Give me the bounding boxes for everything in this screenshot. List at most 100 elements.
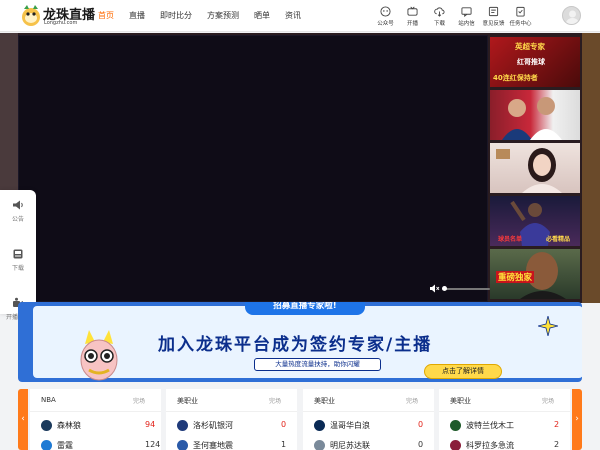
header-tools: 公众号 开播 下载 站内信 意见反馈 任务中心 (372, 4, 534, 27)
score-strip: ‹ NBA 完场 森林狼 94 雷霆 124 美职业 完场 洛杉矶银河 0 圣何 (18, 389, 582, 450)
match-status: 完场 (542, 398, 555, 405)
team-logo-icon (41, 440, 52, 450)
banner-panel: 加入龙珠平台成为签约专家/主播 大量热度流量扶持，助你闪耀 点击了解详情 (33, 306, 582, 381)
tool-label: 站内信 (458, 21, 475, 27)
volume-mute-icon[interactable] (429, 283, 440, 294)
download-button[interactable]: 下载 (426, 4, 453, 27)
card-header: 美职业 完场 (303, 389, 434, 412)
team-score: 94 (145, 420, 156, 429)
mascot-icon (80, 330, 118, 381)
official-account-button[interactable]: 公众号 (372, 4, 399, 27)
match-card[interactable]: 美职业 完场 波特兰伐木工 2 科罗拉多急流 2 (439, 389, 570, 450)
team-score: 0 (418, 440, 424, 449)
team-logo-icon (41, 420, 52, 431)
nav-live-scores[interactable]: 即时比分 (160, 0, 192, 32)
banner-subtitle: 大量热度流量扶持，助你闪耀 (254, 358, 381, 371)
top-header: 龙珠直播 Longzhu.com 首页 直播 即时比分 方案预测 晒单 资讯 公… (0, 0, 600, 32)
player-photo-icon (502, 97, 562, 140)
thumbnail-caption: 必看精品 (546, 236, 571, 243)
team-name: 雷霆 (57, 441, 73, 450)
start-stream-button[interactable]: 开播 (399, 4, 426, 27)
thumbnail-basketball[interactable]: 球员名单 必看精品 (490, 196, 580, 246)
recruit-banner[interactable]: 加入龙珠平台成为签约专家/主播 大量热度流量扶持，助你闪耀 点击了解详情 招募直… (18, 302, 582, 382)
task-icon (516, 6, 525, 17)
nav-news[interactable]: 资讯 (285, 0, 301, 32)
announcement-button[interactable]: 公告 (0, 199, 36, 239)
next-arrow-button[interactable]: › (572, 389, 582, 450)
tool-label: 下载 (433, 21, 445, 27)
left-float-bar: 公告 下载 开播教程 (0, 190, 36, 321)
team-row: 温哥华白浪 0 (314, 419, 434, 433)
team-logo-icon (450, 440, 461, 450)
thumbnail-streamer[interactable] (490, 143, 580, 193)
avatar[interactable] (562, 6, 581, 25)
nav-bet-share[interactable]: 晒单 (254, 0, 270, 32)
banner-headline: 加入龙珠平台成为签约专家/主播 (158, 335, 433, 355)
match-card[interactable]: 美职业 完场 温哥华白浪 0 明尼苏达联 0 (303, 389, 434, 450)
thumbnail-expert[interactable]: 英超专家 红哥推球 40连红保持者 (490, 37, 580, 87)
league-name: 美职业 (450, 397, 471, 405)
team-row: 森林狼 94 (41, 419, 161, 433)
match-status: 完场 (133, 398, 146, 405)
thumbnail-caption: 红哥推球 (517, 58, 545, 66)
card-header: 美职业 完场 (439, 389, 570, 412)
tv-icon (407, 6, 418, 16)
thumbnail-players[interactable] (490, 90, 580, 140)
league-name: 美职业 (314, 397, 335, 405)
nav-predictions[interactable]: 方案预测 (207, 0, 239, 32)
feedback-button[interactable]: 意见反馈 (480, 4, 507, 27)
thumbnail-caption: 40连红保持者 (493, 74, 538, 82)
feedback-icon (488, 6, 499, 17)
inbox-button[interactable]: 站内信 (453, 4, 480, 27)
announcement-icon (13, 200, 23, 210)
card-header: NBA 完场 (30, 389, 161, 412)
task-center-button[interactable]: 任务中心 (507, 4, 534, 27)
team-name: 温哥华白浪 (330, 421, 370, 430)
team-logo-icon (314, 420, 325, 431)
chevron-right-icon: › (575, 414, 579, 424)
logo-domain: Longzhu.com (44, 20, 78, 26)
prev-arrow-button[interactable]: ‹ (18, 389, 28, 450)
float-label: 公告 (11, 216, 24, 223)
league-name: 美职业 (177, 397, 198, 405)
tool-label: 意见反馈 (482, 21, 505, 27)
team-row: 波特兰伐木工 2 (450, 419, 570, 433)
thumbnail-caption: 重磅独家 (496, 271, 535, 283)
team-row: 雷霆 124 (41, 439, 161, 450)
float-label: 下载 (11, 265, 24, 272)
recommend-list: 英超专家 红哥推球 40连红保持者 球员名单 必看精品 重磅独家 (490, 37, 582, 302)
team-name: 森林狼 (57, 421, 81, 430)
team-score: 1 (281, 440, 287, 449)
team-name: 波特兰伐木工 (466, 421, 514, 430)
banner-tag: 招募直播专家啦! (245, 302, 365, 315)
learn-more-button[interactable]: 点击了解详情 (424, 364, 502, 379)
team-row: 圣何塞地震 1 (177, 439, 297, 450)
video-player[interactable] (18, 35, 490, 302)
team-score: 2 (554, 440, 560, 449)
tool-label: 开播 (406, 21, 418, 27)
thumbnail-exclusive[interactable]: 重磅独家 (490, 249, 580, 299)
volume-control[interactable] (429, 283, 490, 295)
thumbnail-caption: 英超专家 (515, 42, 545, 51)
match-card[interactable]: NBA 完场 森林狼 94 雷霆 124 (30, 389, 161, 450)
team-name: 明尼苏达联 (330, 441, 370, 450)
download-app-button[interactable]: 下载 (0, 248, 36, 288)
team-row: 明尼苏达联 0 (314, 439, 434, 450)
volume-knob[interactable] (442, 286, 448, 291)
team-row: 洛杉矶银河 0 (177, 419, 297, 433)
match-card[interactable]: 美职业 完场 洛杉矶银河 0 圣何塞地震 1 (166, 389, 297, 450)
dragon-mascot-icon (22, 5, 40, 26)
message-icon (461, 7, 472, 17)
volume-slider[interactable] (442, 288, 490, 290)
tool-label: 公众号 (377, 21, 394, 27)
nav-home[interactable]: 首页 (98, 0, 114, 32)
team-name: 圣何塞地震 (193, 441, 233, 450)
cloud-download-icon (434, 7, 445, 17)
logo[interactable]: 龙珠直播 Longzhu.com (20, 3, 95, 29)
team-row: 科罗拉多急流 2 (450, 439, 570, 450)
match-status: 完场 (269, 398, 282, 405)
team-logo-icon (450, 420, 461, 431)
main-nav: 首页 直播 即时比分 方案预测 晒单 资讯 (98, 0, 316, 32)
nav-live[interactable]: 直播 (129, 0, 145, 32)
match-status: 完场 (406, 398, 419, 405)
